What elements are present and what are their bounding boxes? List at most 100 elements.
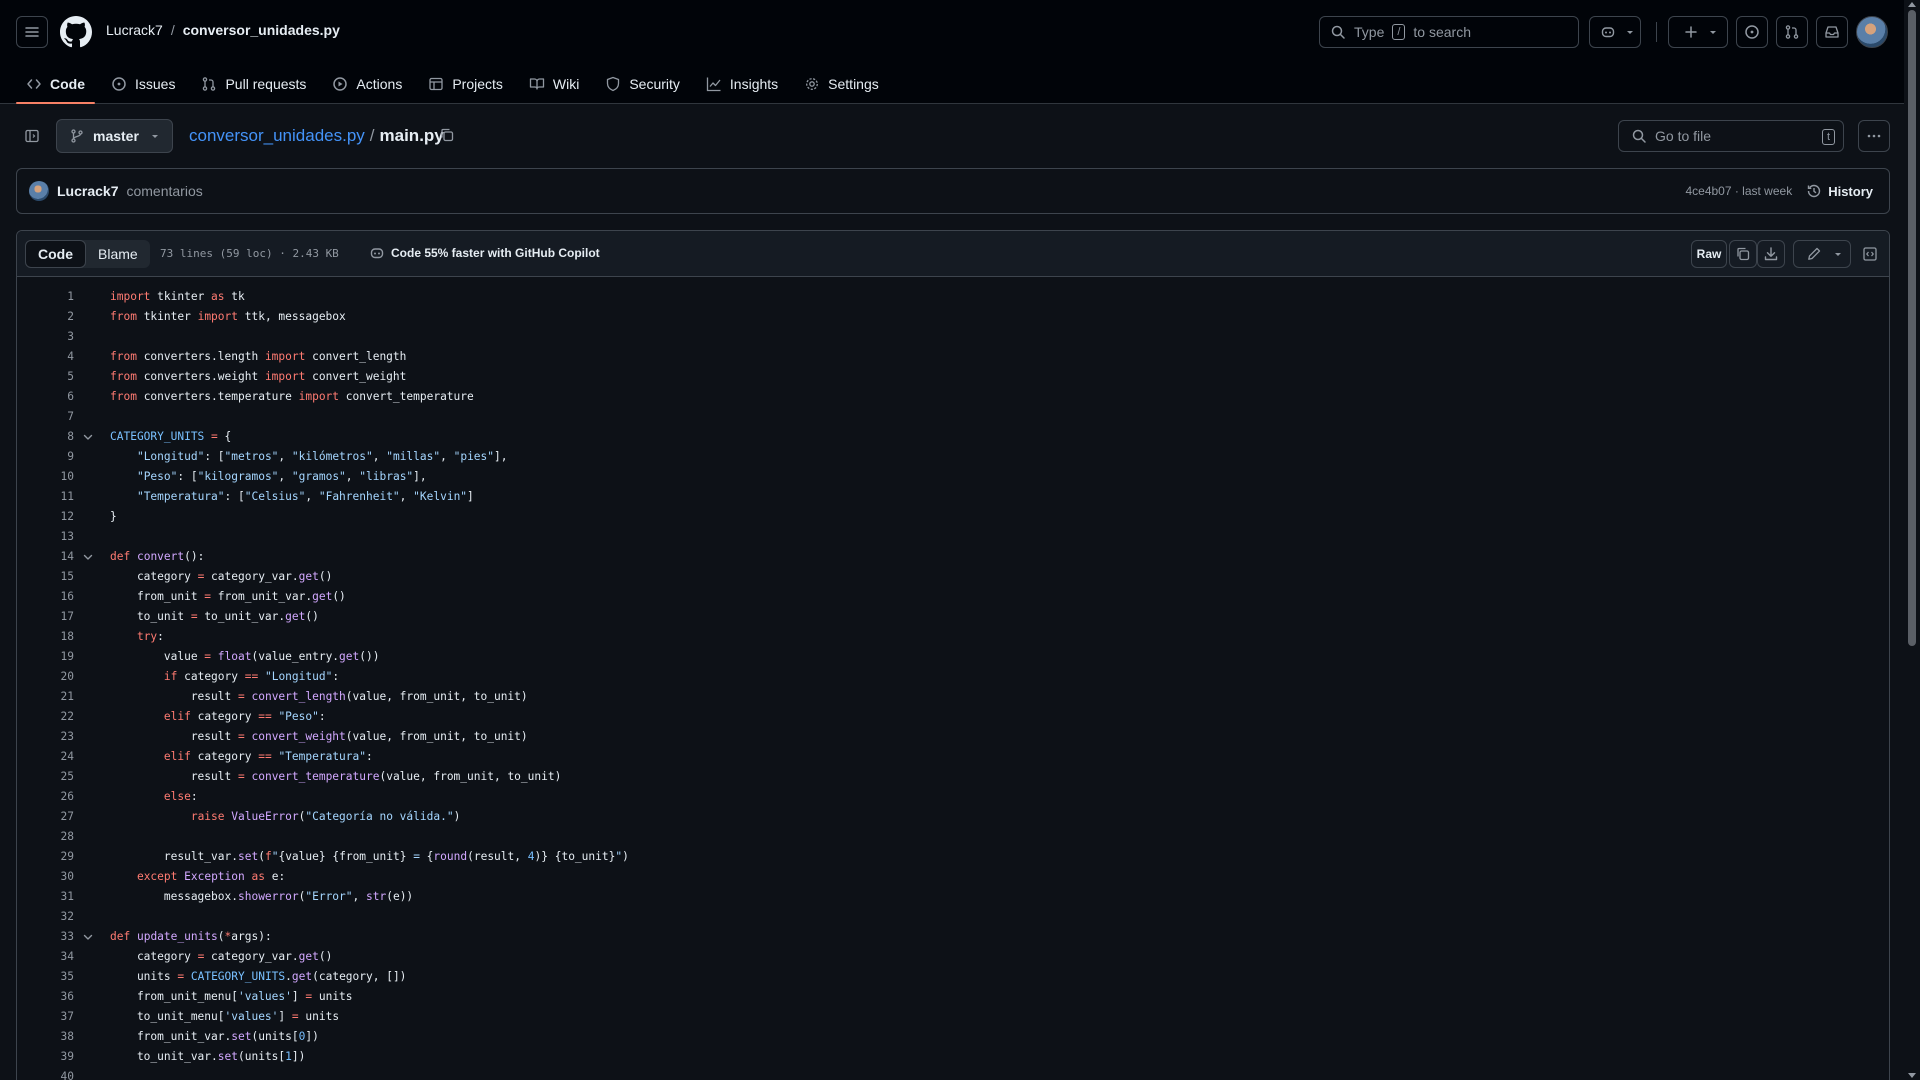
search-input[interactable]: Type / to search: [1319, 16, 1579, 48]
line-number[interactable]: 40: [17, 1067, 74, 1080]
copilot-promo-link[interactable]: Code 55% faster with GitHub Copilot: [369, 245, 600, 261]
inbox-button[interactable]: [1816, 16, 1848, 48]
pull-requests-button[interactable]: [1776, 16, 1808, 48]
copy-raw-button[interactable]: [1729, 240, 1757, 268]
line-number[interactable]: 16: [17, 587, 74, 607]
line-number[interactable]: 8: [17, 427, 74, 447]
more-options-button[interactable]: [1858, 120, 1890, 152]
line-number[interactable]: 34: [17, 947, 74, 967]
code-view-button[interactable]: Code: [25, 240, 86, 268]
github-logo-icon[interactable]: [60, 16, 92, 48]
line-number[interactable]: 31: [17, 887, 74, 907]
line-number[interactable]: 22: [17, 707, 74, 727]
page-scrollbar[interactable]: [1904, 0, 1920, 1080]
tab-actions[interactable]: Actions: [322, 64, 412, 104]
line-number[interactable]: 6: [17, 387, 74, 407]
tab-security[interactable]: Security: [595, 64, 690, 104]
fold-chevron-icon[interactable]: [82, 551, 94, 563]
line-number[interactable]: 36: [17, 987, 74, 1007]
code-token: =: [291, 1010, 299, 1023]
go-to-file-input[interactable]: Go to file t: [1618, 120, 1844, 152]
line-number[interactable]: 5: [17, 367, 74, 387]
code-token: converters.length: [136, 350, 265, 363]
edit-file-button[interactable]: [1793, 240, 1851, 268]
line-number[interactable]: 2: [17, 307, 74, 327]
code-token: "kilogramos": [197, 470, 279, 483]
line-number[interactable]: 24: [17, 747, 74, 767]
raw-button[interactable]: Raw: [1691, 240, 1727, 268]
line-number[interactable]: 28: [17, 827, 74, 847]
line-number[interactable]: 20: [17, 667, 74, 687]
code-token: ]): [291, 1050, 306, 1063]
fold-chevron-icon[interactable]: [82, 431, 94, 443]
code-line: 4 from converters.length import convert_l…: [17, 347, 1889, 367]
create-new-button[interactable]: [1668, 16, 1728, 48]
line-number[interactable]: 23: [17, 727, 74, 747]
line-number[interactable]: 32: [17, 907, 74, 927]
line-number[interactable]: 33: [17, 927, 74, 947]
tab-label: Actions: [356, 76, 403, 92]
branch-selector-button[interactable]: master: [56, 119, 173, 153]
fold-chevron-icon[interactable]: [82, 931, 94, 943]
tab-label: Code: [50, 76, 85, 92]
copy-path-button[interactable]: [439, 126, 455, 143]
header-divider: [1656, 22, 1657, 42]
tab-settings[interactable]: Settings: [794, 64, 889, 104]
line-number[interactable]: 35: [17, 967, 74, 987]
history-button[interactable]: History: [1806, 183, 1873, 199]
line-number[interactable]: 10: [17, 467, 74, 487]
commit-author[interactable]: Lucrack7: [57, 183, 118, 199]
tab-insights[interactable]: Insights: [696, 64, 788, 104]
line-number[interactable]: 4: [17, 347, 74, 367]
line-number[interactable]: 30: [17, 867, 74, 887]
line-number[interactable]: 38: [17, 1027, 74, 1047]
issues-button[interactable]: [1736, 16, 1768, 48]
line-number[interactable]: 25: [17, 767, 74, 787]
line-number[interactable]: 13: [17, 527, 74, 547]
line-number[interactable]: 11: [17, 487, 74, 507]
symbols-panel-button[interactable]: [1857, 240, 1883, 268]
line-number[interactable]: 14: [17, 547, 74, 567]
breadcrumb-repo-link[interactable]: conversor_unidades.py: [189, 126, 365, 146]
menu-button[interactable]: [16, 16, 48, 48]
line-number[interactable]: 26: [17, 787, 74, 807]
scrollbar-thumb[interactable]: [1908, 10, 1916, 646]
line-number[interactable]: 12: [17, 507, 74, 527]
file-tree-toggle-button[interactable]: [16, 120, 48, 152]
repo-name-link[interactable]: conversor_unidades.py: [183, 22, 340, 38]
code-token: ],: [413, 470, 427, 483]
line-number[interactable]: 21: [17, 687, 74, 707]
download-icon: [1763, 246, 1779, 262]
commit-author-avatar[interactable]: [29, 181, 49, 201]
download-button[interactable]: [1757, 240, 1785, 268]
commit-message[interactable]: comentarios: [126, 183, 202, 199]
tab-code[interactable]: Code: [16, 64, 95, 104]
copilot-button[interactable]: [1589, 16, 1641, 48]
search-icon: [1631, 128, 1647, 144]
code-token: from: [110, 350, 137, 363]
line-number[interactable]: 17: [17, 607, 74, 627]
line-number[interactable]: 37: [17, 1007, 74, 1027]
tab-pull-requests[interactable]: Pull requests: [191, 64, 316, 104]
commit-info[interactable]: 4ce4b07 · last week: [1685, 184, 1792, 198]
line-number[interactable]: 9: [17, 447, 74, 467]
user-avatar[interactable]: [1856, 16, 1888, 48]
line-number[interactable]: 1: [17, 287, 74, 307]
line-number[interactable]: 19: [17, 647, 74, 667]
tab-projects[interactable]: Projects: [418, 64, 513, 104]
tab-issues[interactable]: Issues: [101, 64, 185, 104]
blame-view-button[interactable]: Blame: [86, 240, 150, 268]
line-number[interactable]: 27: [17, 807, 74, 827]
scroll-up-arrow[interactable]: [1908, 2, 1916, 7]
line-number[interactable]: 18: [17, 627, 74, 647]
repo-owner-link[interactable]: Lucrack7: [106, 22, 163, 38]
line-number[interactable]: 7: [17, 407, 74, 427]
line-number[interactable]: 3: [17, 327, 74, 347]
line-number[interactable]: 29: [17, 847, 74, 867]
tab-wiki[interactable]: Wiki: [519, 64, 589, 104]
line-number[interactable]: 15: [17, 567, 74, 587]
code-text: value = float(value_entry.get()): [110, 647, 380, 667]
scroll-down-arrow[interactable]: [1908, 1073, 1916, 1078]
code-token: (units[: [251, 1030, 299, 1043]
line-number[interactable]: 39: [17, 1047, 74, 1067]
